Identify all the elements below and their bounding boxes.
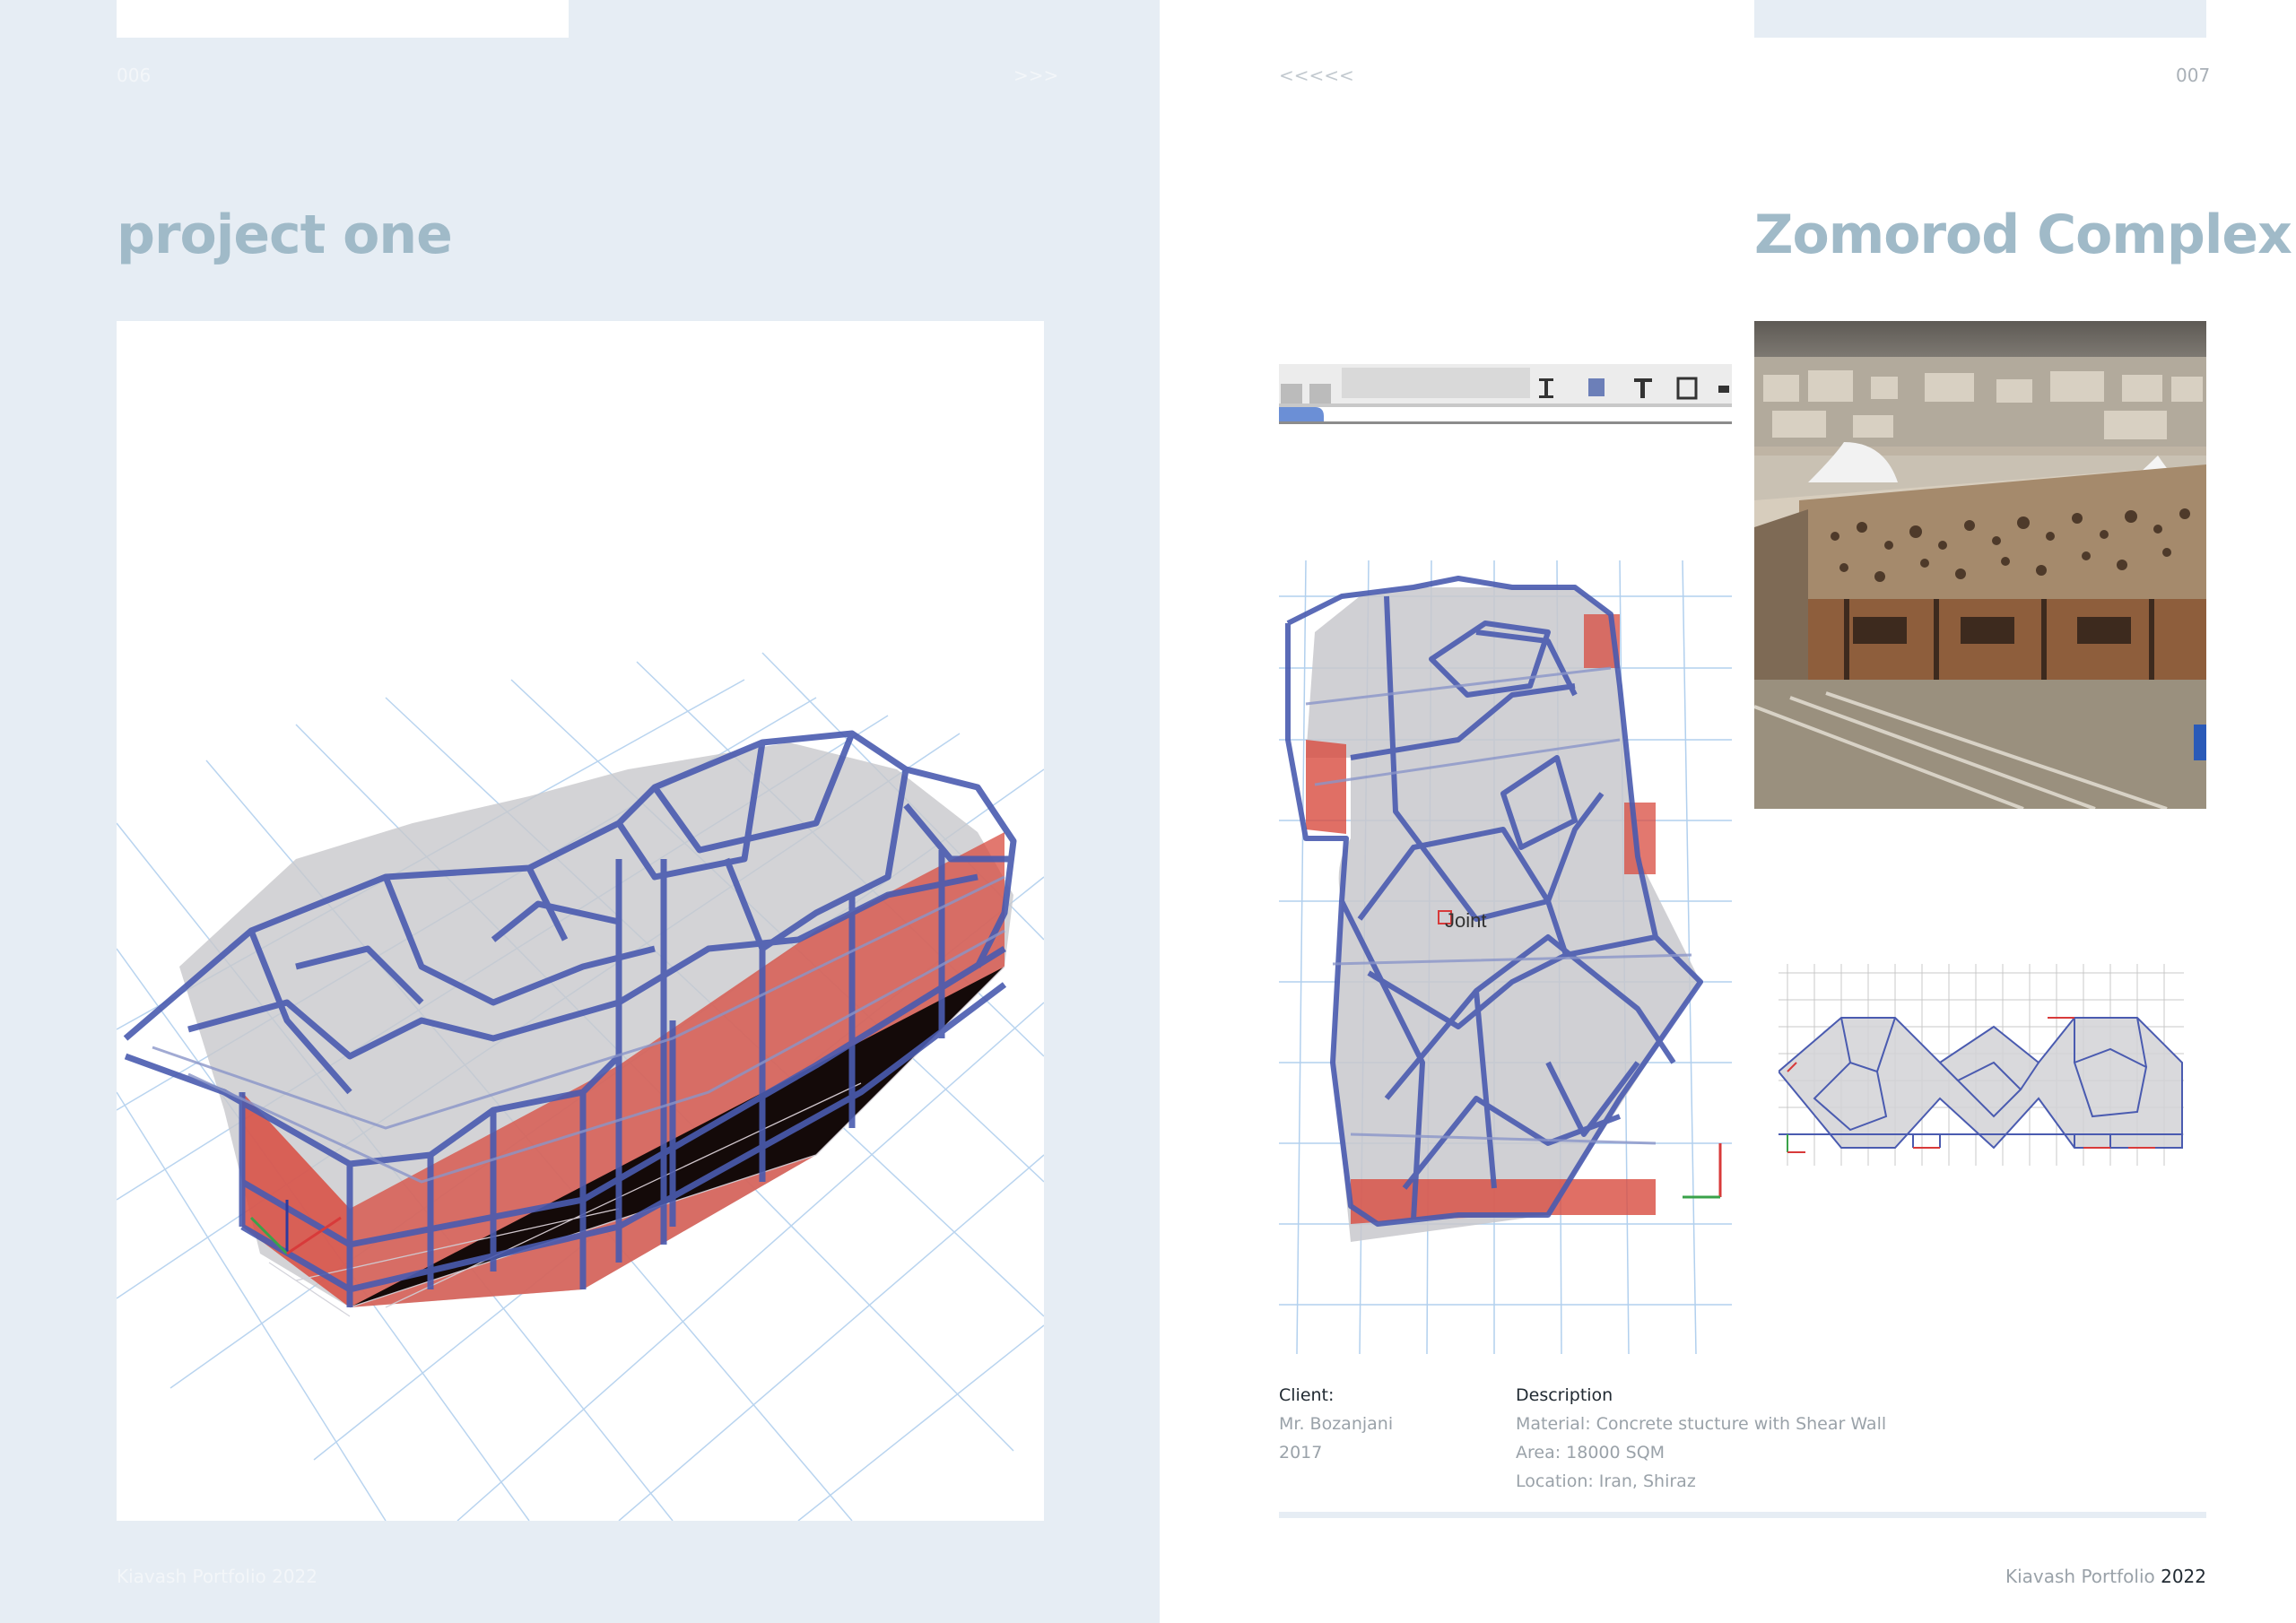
client-name: Mr. Bozanjani — [1279, 1414, 1394, 1434]
structural-plan-image: Joint — [1279, 560, 1732, 1354]
top-tab — [1754, 0, 2206, 38]
description-label: Description — [1516, 1385, 1613, 1405]
client-label: Client: — [1279, 1385, 1335, 1405]
area-text: Area: 18000 SQM — [1516, 1443, 1665, 1462]
prev-page-link[interactable]: <<<<< — [1279, 65, 1354, 86]
footer-text: Kiavash Portfolio — [2005, 1566, 2155, 1587]
location-text: Location: Iran, Shiraz — [1516, 1471, 1696, 1491]
material-text: Material: Concrete stucture with Shear W… — [1516, 1414, 1887, 1434]
page-title: project one — [117, 204, 453, 266]
structural-model-image — [117, 652, 1044, 1521]
building-photo — [1754, 321, 2206, 809]
divider — [1279, 1512, 2206, 1518]
right-page: <<<<< 007 Zomorod Complex Joint Client: … — [1160, 0, 2296, 1623]
next-page-link[interactable]: >>> — [1013, 65, 1058, 86]
page-number: 007 — [2176, 65, 2211, 86]
axis-indicator — [1787, 1134, 1805, 1153]
structural-model-top-view: Joint — [1279, 560, 1732, 1354]
footer-year: 2022 — [2161, 1566, 2206, 1587]
footer: Kiavash Portfolio 2022 — [2005, 1566, 2206, 1587]
footer-text: Kiavash Portfolio 2022 — [117, 1566, 318, 1587]
toolbar-image — [1279, 364, 1732, 424]
page-number: 006 — [117, 65, 152, 86]
left-page: 006 >>> project one Kiavash Portfolio 20… — [0, 0, 1160, 1623]
joint-label: Joint — [1445, 909, 1486, 932]
structural-model-3d-view — [117, 321, 1044, 1521]
building-photo-image — [1754, 321, 2206, 809]
top-tab — [117, 0, 569, 38]
structural-elevation-drawing — [1779, 964, 2184, 1166]
software-toolbar-screenshot — [1279, 321, 1732, 447]
project-title: Zomorod Complex — [1754, 204, 2292, 266]
axis-indicator — [1683, 1143, 1722, 1199]
elevation-image — [1779, 964, 2184, 1166]
project-year: 2017 — [1279, 1443, 1323, 1462]
